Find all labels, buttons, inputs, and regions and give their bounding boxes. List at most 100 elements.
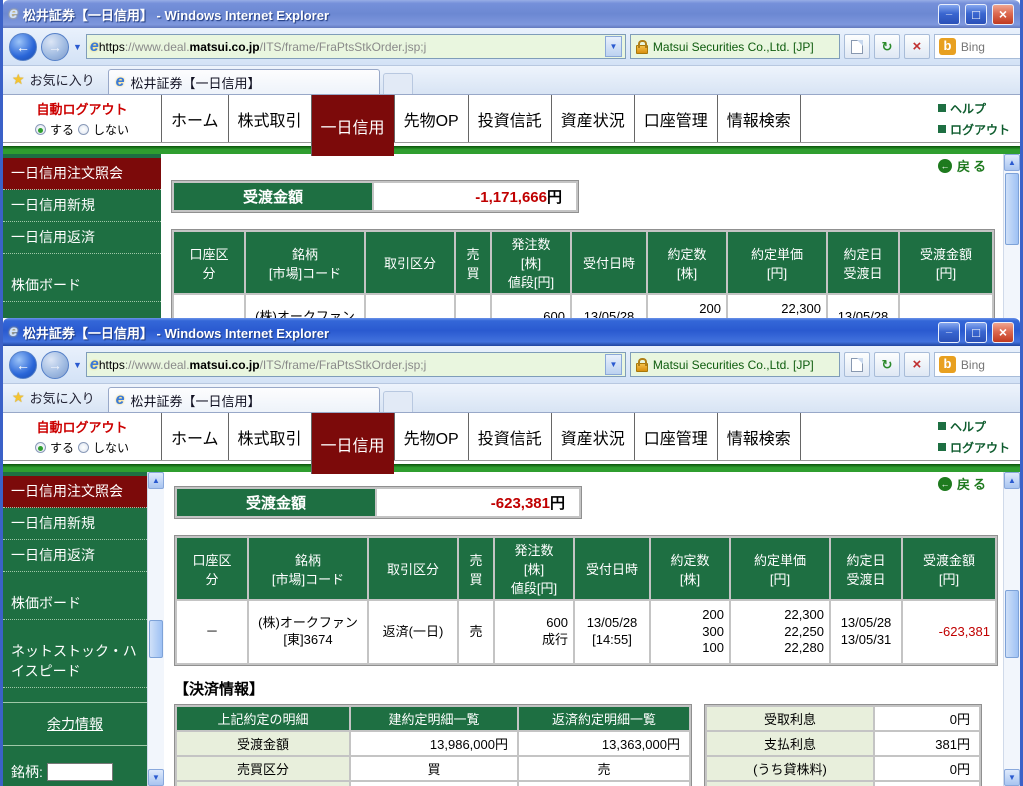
nav-tab-futures[interactable]: 先物OP	[394, 95, 468, 142]
compatibility-button[interactable]	[844, 34, 870, 59]
nav-tab-assets[interactable]: 資産状況	[551, 413, 634, 460]
new-tab-stub[interactable]	[383, 391, 413, 412]
scroll-up-button[interactable]	[1004, 154, 1020, 171]
maximize-button[interactable]	[965, 4, 987, 25]
back-page-link[interactable]: 戻る	[938, 474, 989, 493]
table-row-partial	[177, 782, 689, 786]
stop-button[interactable]	[904, 352, 930, 377]
sidebar-item-repay[interactable]: 一日信用返済	[3, 540, 147, 572]
sidebar-scrollbar[interactable]	[147, 472, 164, 786]
history-dropdown[interactable]	[73, 42, 82, 52]
auto-logout-off-label: しない	[93, 439, 129, 456]
nav-tab-account[interactable]: 口座管理	[634, 95, 717, 142]
sidebar-item-price-board[interactable]: 株価ボード	[3, 270, 161, 302]
auto-logout-on-radio[interactable]	[35, 124, 46, 135]
sidebar-item-netstock-highspeed[interactable]: ネットストック・ハイスピード	[3, 636, 147, 688]
minimize-icon	[946, 326, 952, 338]
new-tab-stub[interactable]	[383, 73, 413, 94]
favorites-label: お気に入り	[30, 70, 95, 89]
back-button[interactable]	[9, 33, 37, 61]
scroll-thumb[interactable]	[149, 620, 163, 658]
symbol-input[interactable]	[47, 763, 113, 781]
page-favicon-icon	[90, 38, 99, 56]
scroll-up-button[interactable]	[148, 472, 164, 489]
window-title: 松井証券【一日信用】 - Windows Internet Explorer	[23, 323, 933, 342]
sidebar-item-order-inquiry[interactable]: 一日信用注文照会	[3, 476, 147, 508]
stop-button[interactable]	[904, 34, 930, 59]
auto-logout-off-radio[interactable]	[78, 124, 89, 135]
scroll-down-button[interactable]	[148, 769, 164, 786]
search-input[interactable]	[961, 40, 1023, 54]
sidebar-item-order-inquiry[interactable]: 一日信用注文照会	[3, 158, 161, 190]
security-badge[interactable]: Matsui Securities Co.,Ltd. [JP]	[630, 34, 840, 59]
url-field[interactable]: https://www.deal.matsui.co.jp/ITS/frame/…	[86, 34, 626, 59]
nav-tab-funds[interactable]: 投資信託	[468, 95, 551, 142]
back-button[interactable]	[9, 351, 37, 379]
title-bar[interactable]: 松井証券【一日信用】 - Windows Internet Explorer	[3, 0, 1020, 28]
scroll-up-button[interactable]	[1004, 472, 1020, 489]
table-row: 売買区分 買 売	[177, 757, 689, 780]
logout-link[interactable]: ログアウト	[938, 439, 1010, 456]
help-link[interactable]: ヘルプ	[938, 418, 1010, 435]
scroll-thumb[interactable]	[1005, 590, 1019, 658]
url-text: https://www.deal.matsui.co.jp/ITS/frame/…	[99, 40, 605, 54]
nav-tab-daymargin[interactable]: 一日信用	[311, 413, 394, 474]
lock-icon	[636, 45, 648, 54]
auto-logout-off-radio[interactable]	[78, 442, 89, 453]
sidebar-item-new[interactable]: 一日信用新規	[3, 190, 161, 222]
main-scrollbar[interactable]	[1003, 472, 1020, 786]
back-page-link[interactable]: 戻る	[938, 156, 989, 175]
interest-table: 受取利息 0円 支払利息 381円 (うち貸株料) 0円	[704, 704, 982, 786]
security-badge[interactable]: Matsui Securities Co.,Ltd. [JP]	[630, 352, 840, 377]
browser-tab[interactable]: 松井証券【一日信用】	[108, 387, 380, 412]
nav-tab-info[interactable]: 情報検索	[717, 95, 801, 142]
nav-tab-stock[interactable]: 株式取引	[228, 95, 311, 142]
auto-logout-panel: 自動ログアウト する しない	[3, 95, 161, 142]
browser-tab[interactable]: 松井証券【一日信用】	[108, 69, 380, 94]
scroll-down-button[interactable]	[1004, 769, 1020, 786]
bing-logo-icon	[939, 38, 956, 55]
main-scrollbar[interactable]	[1003, 154, 1020, 321]
nav-tab-stock[interactable]: 株式取引	[228, 413, 311, 460]
forward-button[interactable]	[41, 351, 69, 379]
auto-logout-on-radio[interactable]	[35, 442, 46, 453]
scroll-thumb[interactable]	[1005, 173, 1019, 245]
forward-button[interactable]	[41, 33, 69, 61]
favorites-button[interactable]: お気に入り	[8, 384, 105, 412]
open-detail-link[interactable]: 建約定明細一覧	[351, 707, 517, 730]
nav-tab-futures[interactable]: 先物OP	[394, 413, 468, 460]
help-link[interactable]: ヘルプ	[938, 100, 1010, 117]
close-detail-link[interactable]: 返済約定明細一覧	[519, 707, 689, 730]
logout-link[interactable]: ログアウト	[938, 121, 1010, 138]
refresh-button[interactable]	[874, 34, 900, 59]
minimize-button[interactable]	[938, 322, 960, 343]
nav-tab-home[interactable]: ホーム	[161, 95, 228, 142]
nav-tab-account[interactable]: 口座管理	[634, 413, 717, 460]
sidebar-item-price-board[interactable]: 株価ボード	[3, 588, 147, 620]
refresh-button[interactable]	[874, 352, 900, 377]
sidebar-item-new[interactable]: 一日信用新規	[3, 508, 147, 540]
sidebar-item-repay[interactable]: 一日信用返済	[3, 222, 161, 254]
history-dropdown[interactable]	[73, 360, 82, 370]
compatibility-button[interactable]	[844, 352, 870, 377]
minimize-button[interactable]	[938, 4, 960, 25]
margin-info-link[interactable]: 余力情報	[3, 702, 147, 746]
close-button[interactable]	[992, 322, 1014, 343]
page-content: 一日信用注文照会 一日信用新規 一日信用返済 株価ボード ネットストック・ハイス…	[3, 472, 1020, 786]
maximize-button[interactable]	[965, 322, 987, 343]
title-bar[interactable]: 松井証券【一日信用】 - Windows Internet Explorer	[3, 318, 1020, 346]
nav-tab-home[interactable]: ホーム	[161, 413, 228, 460]
search-input[interactable]	[961, 358, 1023, 372]
url-dropdown-button[interactable]	[605, 354, 622, 375]
favorites-button[interactable]: お気に入り	[8, 66, 105, 94]
url-dropdown-button[interactable]	[605, 36, 622, 57]
close-button[interactable]	[992, 4, 1014, 25]
table-row: 受渡金額 13,986,000円 13,363,000円	[177, 732, 689, 755]
nav-tab-info[interactable]: 情報検索	[717, 413, 801, 460]
url-field[interactable]: https://www.deal.matsui.co.jp/ITS/frame/…	[86, 352, 626, 377]
nav-tab-daymargin[interactable]: 一日信用	[311, 95, 394, 156]
page-icon	[851, 40, 863, 54]
nav-tab-funds[interactable]: 投資信託	[468, 413, 551, 460]
desktop: 松井証券【一日信用】 - Windows Internet Explorer h…	[0, 0, 1023, 786]
nav-tab-assets[interactable]: 資産状況	[551, 95, 634, 142]
